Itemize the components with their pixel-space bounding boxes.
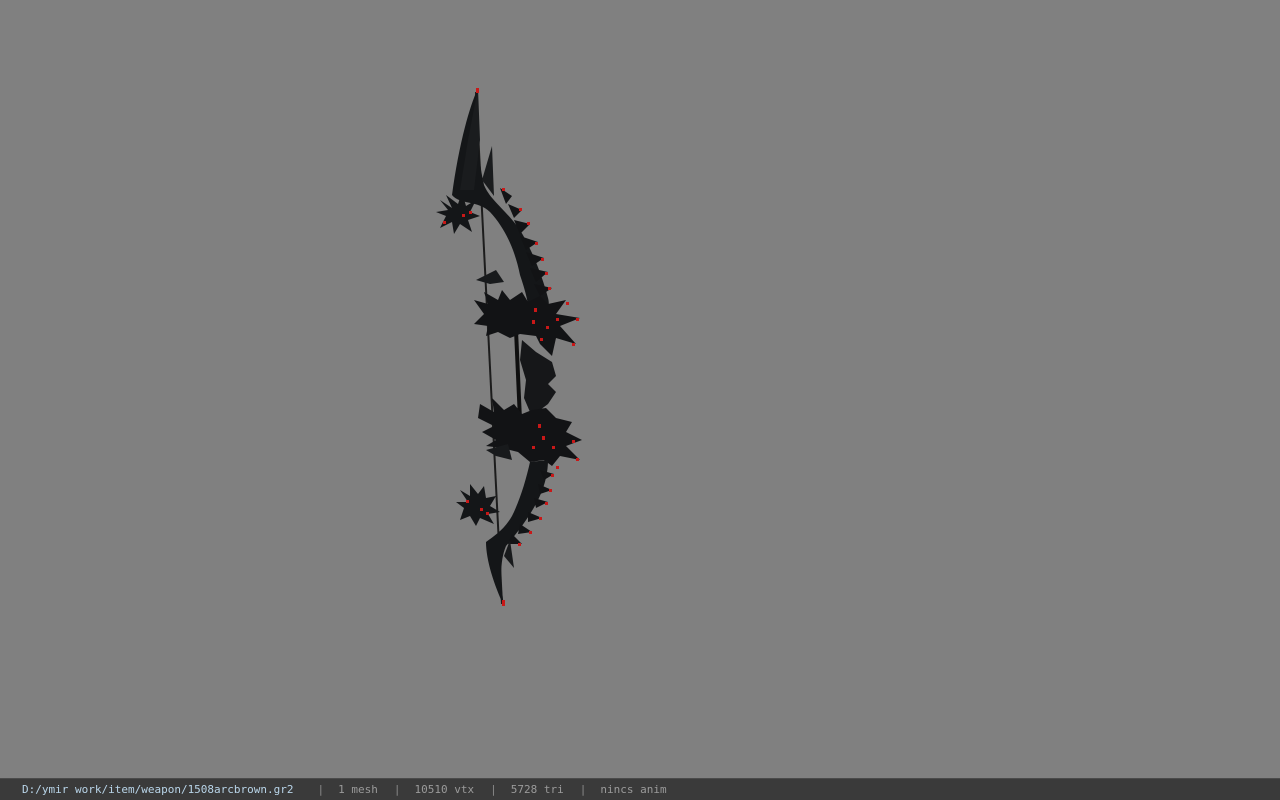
bow-model [436,88,582,606]
file-path: D:/ymir work/item/weapon/1508arcbrown.gr… [22,783,294,796]
status-separator: | [579,783,587,796]
status-separator: | [393,783,401,796]
status-separator: | [490,783,497,796]
animation-status: nincs anim [600,783,667,796]
bow-upper-limb [452,88,549,319]
mesh-count: 1 mesh [338,783,378,796]
vertex-count: 10510 vtx [414,783,475,796]
status-separator: | [317,783,325,796]
bow-grip-string [514,329,522,421]
triangle-count: 5728 tri [510,783,564,796]
3d-viewport[interactable] [0,0,1280,778]
status-bar: D:/ymir work/item/weapon/1508arcbrown.gr… [0,778,1280,800]
